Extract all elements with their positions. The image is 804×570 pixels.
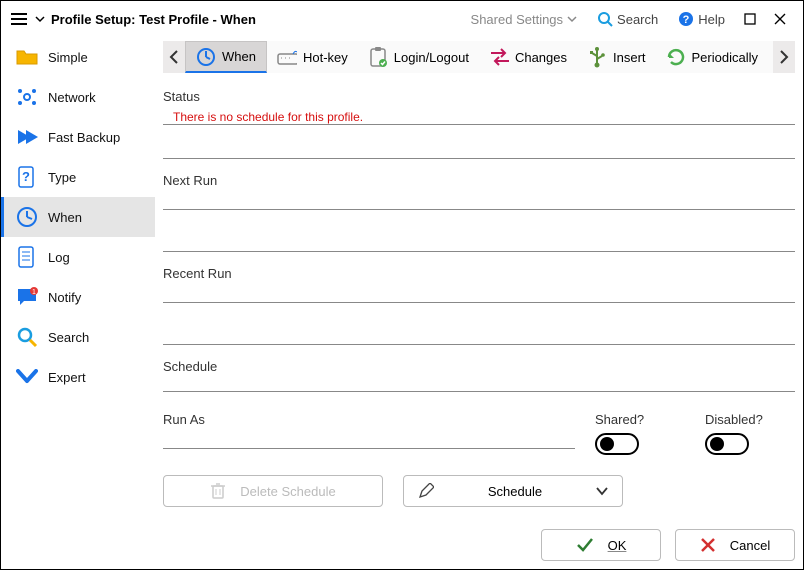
status-value: There is no schedule for this profile.	[163, 108, 795, 125]
tabstrip-left[interactable]	[163, 41, 185, 73]
titlebar-search-label: Search	[617, 12, 658, 27]
search-icon	[597, 11, 613, 27]
sidebar-item-search[interactable]: Search	[1, 317, 155, 357]
nextrun-label: Next Run	[163, 173, 795, 188]
sidebar-item-notify[interactable]: 1 Notify	[1, 277, 155, 317]
nextrun-value-2	[163, 234, 795, 252]
maximize-button[interactable]	[735, 7, 765, 31]
schedule-label: Schedule	[163, 359, 795, 374]
nextrun-value	[163, 192, 795, 210]
changes-icon	[489, 47, 509, 67]
refresh-icon	[666, 47, 686, 67]
schedule-button[interactable]: Schedule	[403, 475, 623, 507]
sidebar-item-label: Network	[48, 90, 96, 105]
network-icon	[16, 86, 38, 108]
search-icon	[16, 326, 38, 348]
menu-icon[interactable]	[9, 11, 29, 27]
tab-label: Hot-key	[303, 50, 348, 65]
runas-label: Run As	[163, 412, 575, 427]
tab-label: Changes	[515, 50, 567, 65]
sidebar-item-label: Expert	[48, 370, 86, 385]
delete-schedule-label: Delete Schedule	[240, 484, 335, 499]
sidebar-item-expert[interactable]: Expert	[1, 357, 155, 397]
usb-icon	[587, 47, 607, 67]
tab-label: Periodically	[692, 50, 758, 65]
titlebar-help-label: Help	[698, 12, 725, 27]
close-button[interactable]	[765, 7, 795, 31]
title-dropdown[interactable]	[35, 14, 45, 24]
clock-icon	[16, 206, 38, 228]
folder-icon	[16, 46, 38, 68]
sidebar-item-type[interactable]: ? Type	[1, 157, 155, 197]
ok-button[interactable]: OK	[541, 529, 661, 561]
ok-label: OK	[608, 538, 627, 553]
chevron-down-icon	[596, 486, 608, 496]
disabled-toggle[interactable]	[705, 433, 749, 455]
shared-settings-menu[interactable]: Shared Settings	[471, 12, 578, 27]
keyboard-icon	[277, 47, 297, 67]
tab-changes[interactable]: Changes	[479, 41, 577, 73]
runas-value	[163, 431, 575, 449]
sidebar-item-label: Simple	[48, 50, 88, 65]
log-icon	[16, 246, 38, 268]
sidebar-item-label: Log	[48, 250, 70, 265]
recentrun-label: Recent Run	[163, 266, 795, 281]
recentrun-value-2	[163, 327, 795, 345]
sidebar-item-label: Fast Backup	[48, 130, 120, 145]
sidebar-item-label: Type	[48, 170, 76, 185]
schedule-value	[163, 378, 795, 392]
main-area: Simple Network Fast Backup ? Type When L…	[1, 37, 803, 569]
sidebar-item-fastbackup[interactable]: Fast Backup	[1, 117, 155, 157]
content-area: When Hot-key Login/Logout Changes Insert…	[155, 37, 803, 569]
sidebar-item-network[interactable]: Network	[1, 77, 155, 117]
fast-icon	[16, 126, 38, 148]
trash-icon	[210, 482, 226, 500]
window-title: Profile Setup: Test Profile - When	[51, 12, 256, 27]
cancel-label: Cancel	[730, 538, 770, 553]
sidebar: Simple Network Fast Backup ? Type When L…	[1, 37, 155, 569]
svg-text:1: 1	[32, 289, 36, 296]
shared-label: Shared?	[595, 412, 685, 427]
sidebar-item-when[interactable]: When	[1, 197, 155, 237]
tab-hotkey[interactable]: Hot-key	[267, 41, 358, 73]
disabled-label: Disabled?	[705, 412, 795, 427]
status-message: There is no schedule for this profile.	[163, 108, 795, 124]
sidebar-item-log[interactable]: Log	[1, 237, 155, 277]
sidebar-item-simple[interactable]: Simple	[1, 37, 155, 77]
tab-label: When	[222, 49, 256, 64]
clipboard-icon	[368, 47, 388, 67]
help-icon: ?	[678, 11, 694, 27]
x-icon	[700, 537, 716, 553]
type-icon: ?	[16, 166, 38, 188]
titlebar-search[interactable]: Search	[597, 11, 658, 27]
tab-loginlogout[interactable]: Login/Logout	[358, 41, 479, 73]
sidebar-item-label: Notify	[48, 290, 81, 305]
clock-icon	[196, 47, 216, 67]
shared-toggle[interactable]	[595, 433, 639, 455]
notify-icon: 1	[16, 286, 38, 308]
tabstrip-right[interactable]	[773, 41, 795, 73]
title-bar: Profile Setup: Test Profile - When Share…	[1, 1, 803, 37]
tab-label: Insert	[613, 50, 646, 65]
svg-text:?: ?	[683, 14, 690, 26]
tab-periodically[interactable]: Periodically	[656, 41, 768, 73]
sidebar-item-label: When	[48, 210, 82, 225]
cancel-button[interactable]: Cancel	[675, 529, 795, 561]
sidebar-item-label: Search	[48, 330, 89, 345]
tab-label: Login/Logout	[394, 50, 469, 65]
svg-text:?: ?	[22, 169, 30, 184]
delete-schedule-button: Delete Schedule	[163, 475, 383, 507]
tab-when[interactable]: When	[185, 41, 267, 73]
expert-icon	[16, 366, 38, 388]
recentrun-value	[163, 285, 795, 303]
tabstrip: When Hot-key Login/Logout Changes Insert…	[163, 41, 795, 73]
pencil-icon	[418, 483, 434, 499]
status-value-2	[163, 145, 795, 159]
shared-settings-label: Shared Settings	[471, 12, 564, 27]
titlebar-help[interactable]: ? Help	[678, 11, 725, 27]
tab-insert[interactable]: Insert	[577, 41, 656, 73]
check-icon	[576, 537, 594, 553]
status-label: Status	[163, 89, 795, 104]
schedule-label: Schedule	[488, 484, 542, 499]
